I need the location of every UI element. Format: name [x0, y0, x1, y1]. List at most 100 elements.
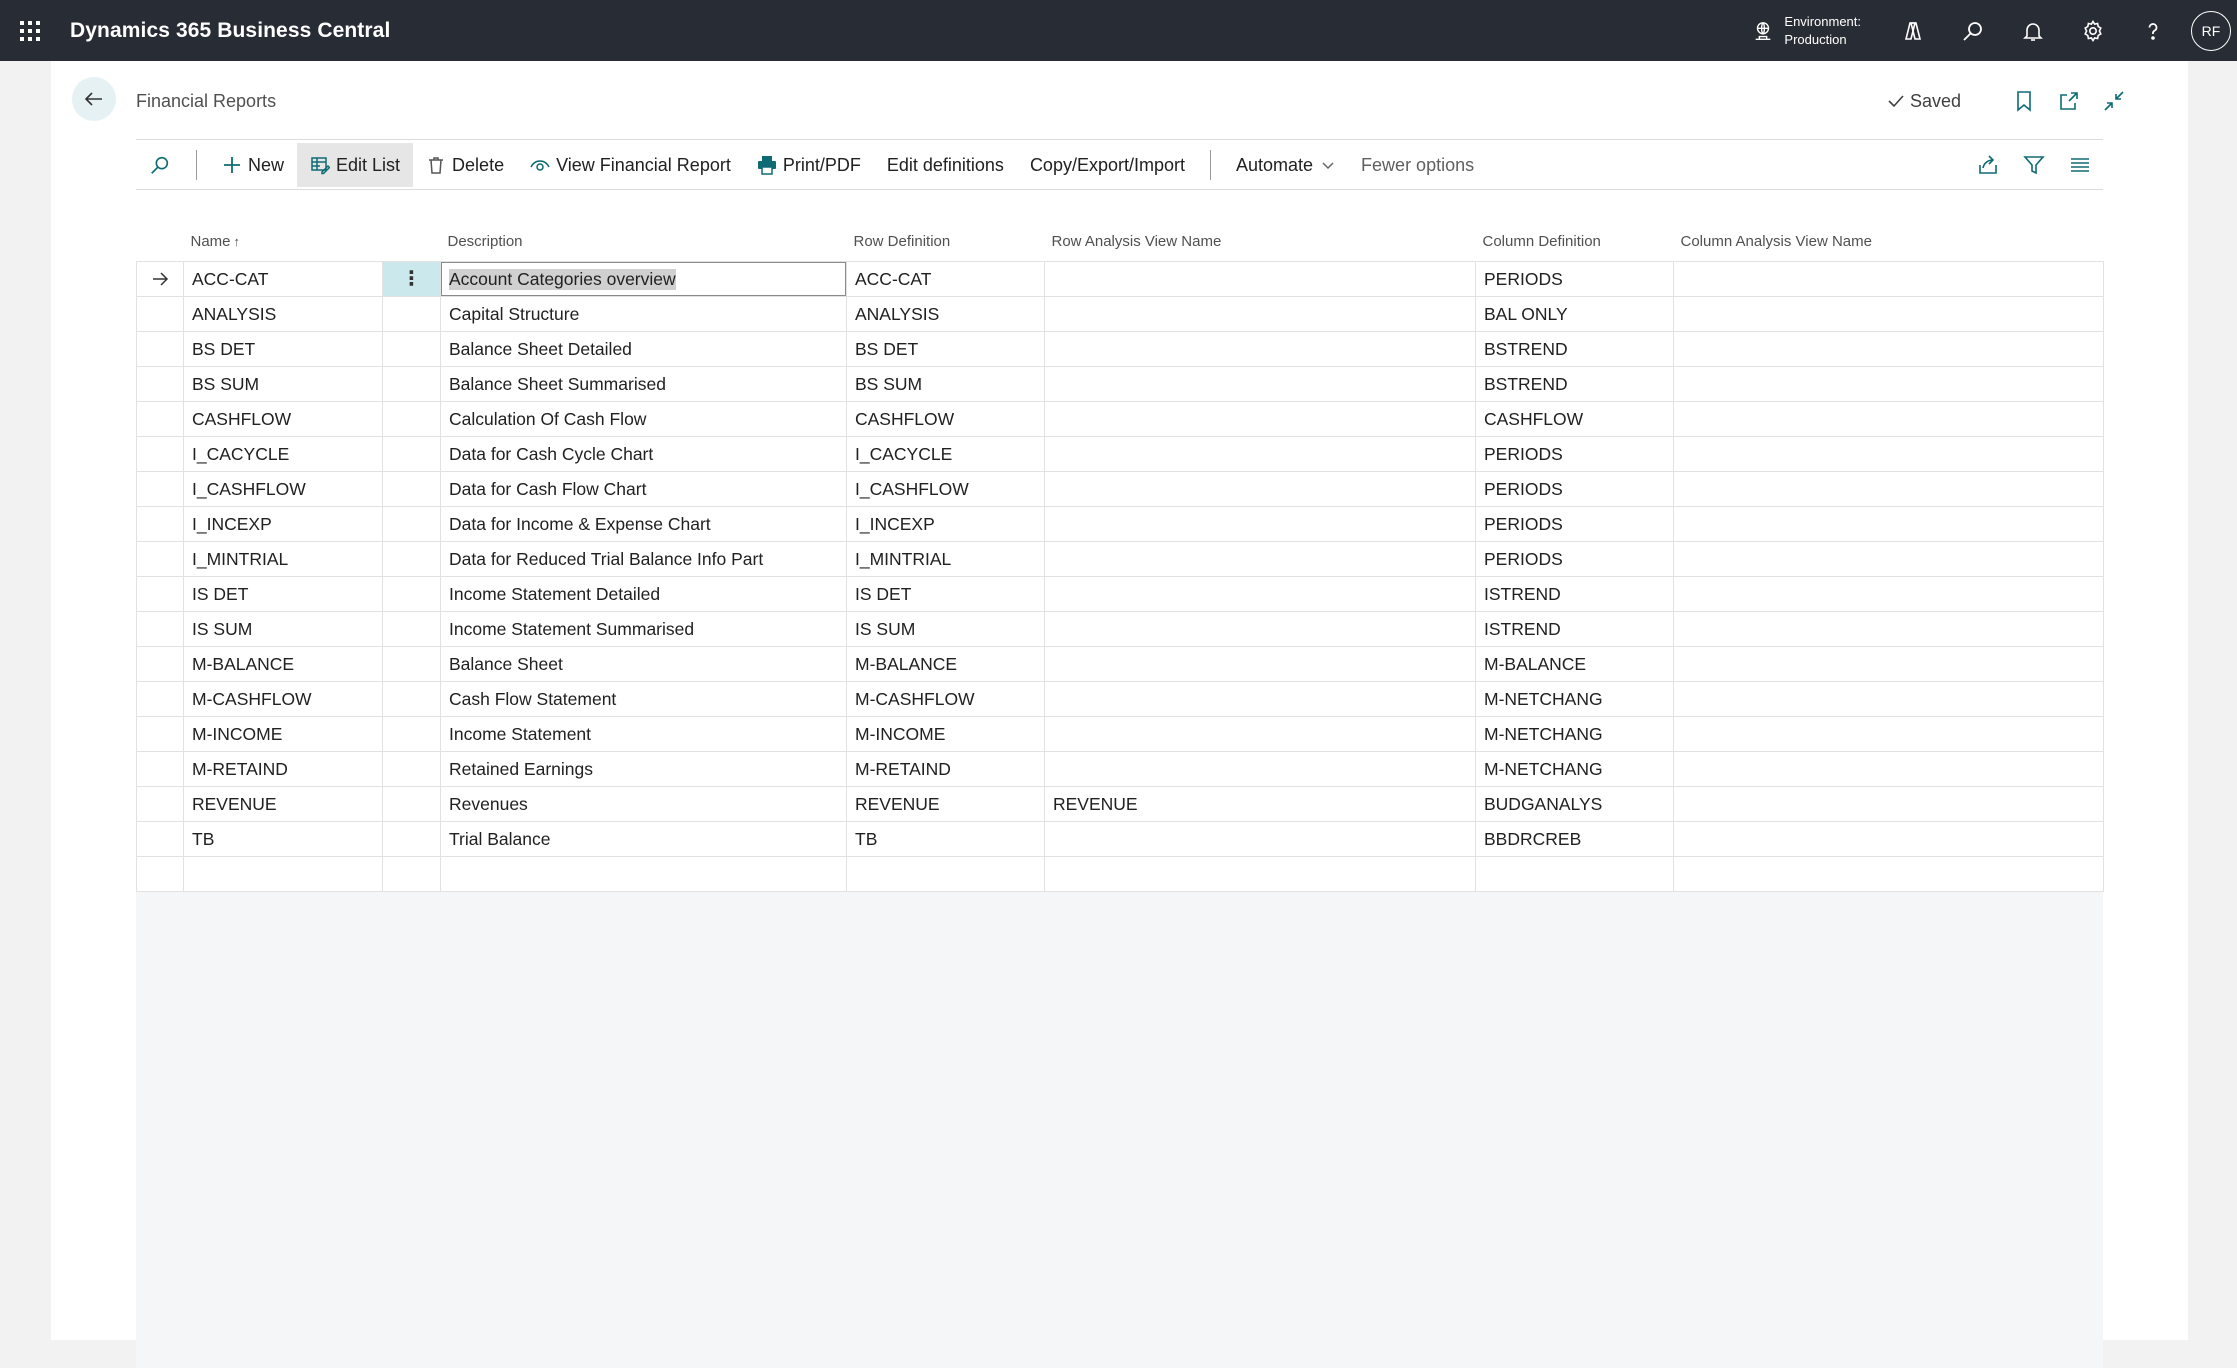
cell-name[interactable]: TB [183, 821, 383, 857]
cell-column-definition[interactable]: M-NETCHANG [1475, 716, 1674, 752]
cell-column-analysis-view[interactable] [1673, 646, 2104, 682]
cell-row-definition[interactable] [846, 856, 1045, 892]
row-selector[interactable] [136, 436, 184, 472]
copy-export-import-button[interactable]: Copy/Export/Import [1017, 143, 1198, 187]
cell-name[interactable]: M-CASHFLOW [183, 681, 383, 717]
cell-column-definition[interactable]: CASHFLOW [1475, 401, 1674, 437]
column-header-name[interactable]: Name ↑ [183, 221, 383, 262]
cell-column-analysis-view[interactable] [1673, 681, 2104, 717]
row-selector[interactable] [136, 296, 184, 332]
collapse-icon[interactable] [2091, 90, 2136, 112]
row-selector[interactable] [136, 401, 184, 437]
cell-column-analysis-view[interactable] [1673, 506, 2104, 542]
cell-description[interactable]: Balance Sheet Detailed [440, 331, 847, 367]
cell-column-analysis-view[interactable] [1673, 366, 2104, 402]
table-row[interactable]: ANALYSIS Capital Structure ANALYSIS BAL ONL… [136, 296, 2104, 332]
cell-row-analysis-view[interactable] [1044, 471, 1476, 507]
cell-name[interactable]: ACC-CAT [183, 261, 383, 297]
cell-row-definition[interactable]: TB [846, 821, 1045, 857]
settings-gear-icon[interactable] [2063, 0, 2123, 61]
cell-row-analysis-view[interactable] [1044, 331, 1476, 367]
row-actions-cell[interactable] [382, 506, 441, 542]
cell-description[interactable]: Income Statement Summarised [440, 611, 847, 647]
cell-row-definition[interactable]: I_INCEXP [846, 506, 1045, 542]
cell-name[interactable]: REVENUE [183, 786, 383, 822]
cell-name[interactable]: M-INCOME [183, 716, 383, 752]
cell-column-analysis-view[interactable] [1673, 296, 2104, 332]
row-actions-cell[interactable] [382, 821, 441, 857]
user-avatar[interactable]: RF [2191, 10, 2231, 51]
cell-description[interactable]: Data for Income & Expense Chart [440, 506, 847, 542]
cell-row-analysis-view[interactable] [1044, 366, 1476, 402]
cell-column-definition[interactable]: BSTREND [1475, 366, 1674, 402]
row-actions-cell[interactable] [382, 471, 441, 507]
cell-row-definition[interactable]: M-CASHFLOW [846, 681, 1045, 717]
cell-row-definition[interactable]: I_CASHFLOW [846, 471, 1045, 507]
cell-column-definition[interactable]: M-NETCHANG [1475, 751, 1674, 787]
filter-icon[interactable] [2011, 154, 2057, 176]
cell-description-editing[interactable]: Account Categories overview [440, 261, 847, 297]
cell-column-analysis-view[interactable] [1673, 331, 2104, 367]
cell-name[interactable]: I_MINTRIAL [183, 541, 383, 577]
table-row[interactable]: TB Trial Balance TB BBDRCREB [136, 821, 2104, 857]
cell-column-analysis-view[interactable] [1673, 786, 2104, 822]
cell-row-analysis-view[interactable] [1044, 821, 1476, 857]
table-row[interactable]: ACC-CAT ⋮ Account Categories overview ACC-C… [136, 261, 2104, 297]
row-actions-cell[interactable] [382, 646, 441, 682]
table-row[interactable]: BS DET Balance Sheet Detailed BS DET BSTREN… [136, 331, 2104, 367]
cell-column-definition[interactable]: M-NETCHANG [1475, 681, 1674, 717]
cell-description[interactable]: Revenues [440, 786, 847, 822]
cell-name[interactable] [183, 856, 383, 892]
cell-column-analysis-view[interactable] [1673, 751, 2104, 787]
share-icon[interactable] [1965, 154, 2011, 176]
row-selector[interactable] [136, 506, 184, 542]
copilot-icon[interactable] [1883, 0, 1943, 61]
row-selector[interactable] [136, 611, 184, 647]
cell-column-definition[interactable]: PERIODS [1475, 261, 1674, 297]
cell-row-analysis-view[interactable] [1044, 611, 1476, 647]
cell-description[interactable] [440, 856, 847, 892]
row-actions-cell[interactable] [382, 331, 441, 367]
fewer-options-button[interactable]: Fewer options [1348, 143, 1487, 187]
automate-menu[interactable]: Automate [1223, 143, 1348, 187]
open-new-window-icon[interactable] [2046, 90, 2091, 112]
cell-row-definition[interactable]: IS SUM [846, 611, 1045, 647]
table-row[interactable]: M-BALANCE Balance Sheet M-BALANCE M-BALANCE [136, 646, 2104, 682]
cell-row-definition[interactable]: IS DET [846, 576, 1045, 612]
row-selector[interactable] [136, 366, 184, 402]
table-row[interactable]: M-CASHFLOW Cash Flow Statement M-CASHFLOW M… [136, 681, 2104, 717]
row-selector[interactable] [136, 716, 184, 752]
table-row[interactable]: IS DET Income Statement Detailed IS DET IST… [136, 576, 2104, 612]
cell-row-analysis-view[interactable] [1044, 436, 1476, 472]
cell-row-analysis-view[interactable] [1044, 681, 1476, 717]
list-view-icon[interactable] [2057, 154, 2103, 176]
cell-name[interactable]: I_CASHFLOW [183, 471, 383, 507]
column-header-description[interactable]: Description [440, 221, 847, 262]
row-actions-cell[interactable] [382, 786, 441, 822]
cell-row-analysis-view[interactable] [1044, 541, 1476, 577]
cell-name[interactable]: BS SUM [183, 366, 383, 402]
cell-row-definition[interactable]: BS DET [846, 331, 1045, 367]
cell-name[interactable]: M-RETAIND [183, 751, 383, 787]
cell-name[interactable]: I_INCEXP [183, 506, 383, 542]
table-row[interactable]: I_CACYCLE Data for Cash Cycle Chart I_CACY… [136, 436, 2104, 472]
cell-row-analysis-view[interactable] [1044, 296, 1476, 332]
print-pdf-button[interactable]: Print/PDF [744, 143, 874, 187]
cell-row-definition[interactable]: M-INCOME [846, 716, 1045, 752]
cell-column-analysis-view[interactable] [1673, 611, 2104, 647]
cell-column-definition[interactable]: BBDRCREB [1475, 821, 1674, 857]
row-selector[interactable] [136, 646, 184, 682]
row-selector[interactable] [136, 681, 184, 717]
cell-row-analysis-view[interactable] [1044, 856, 1476, 892]
table-row[interactable]: IS SUM Income Statement Summarised IS SUM I… [136, 611, 2104, 647]
notifications-icon[interactable] [2003, 0, 2063, 61]
column-header-row-definition[interactable]: Row Definition [846, 221, 1045, 262]
cell-column-analysis-view[interactable] [1673, 856, 2104, 892]
cell-row-definition[interactable]: I_MINTRIAL [846, 541, 1045, 577]
table-row[interactable]: M-INCOME Income Statement M-INCOME M-NETCHA… [136, 716, 2104, 752]
new-button[interactable]: New [209, 143, 297, 187]
back-button[interactable] [72, 77, 116, 121]
table-row[interactable]: CASHFLOW Calculation Of Cash Flow CASHFLOW… [136, 401, 2104, 437]
row-actions-cell[interactable] [382, 751, 441, 787]
edit-definitions-button[interactable]: Edit definitions [874, 143, 1017, 187]
